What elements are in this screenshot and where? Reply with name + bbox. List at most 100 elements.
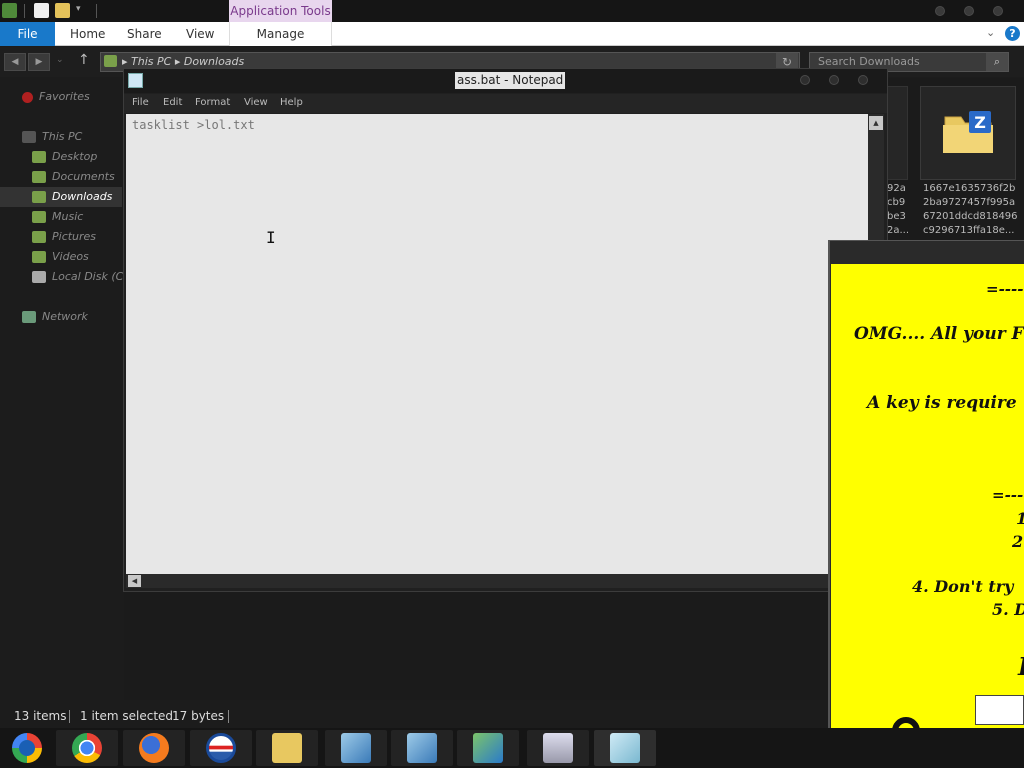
taskbar-network-setup-1[interactable] bbox=[325, 730, 387, 766]
status-separator bbox=[228, 710, 229, 723]
up-button[interactable]: ↑ bbox=[78, 52, 90, 68]
titlebar-separator bbox=[96, 4, 97, 18]
svg-text:Z: Z bbox=[974, 113, 986, 132]
breadcrumb-arrow-icon: ▸ bbox=[171, 55, 184, 68]
application-tools-context-tab: Application Tools bbox=[229, 0, 332, 23]
taskbar-campaign-app[interactable] bbox=[190, 730, 252, 766]
customize-qat-icon[interactable]: ▾ bbox=[76, 4, 81, 14]
notepad-minimize-button[interactable] bbox=[800, 75, 810, 85]
status-selection: 1 item selected bbox=[80, 709, 174, 723]
start-button[interactable] bbox=[6, 730, 48, 766]
menu-view[interactable]: View bbox=[244, 97, 268, 108]
file-name-line: 92a bbox=[887, 183, 906, 194]
back-button[interactable]: ◀ bbox=[4, 53, 26, 71]
explorer-titlebar bbox=[0, 0, 1024, 22]
pictures-folder-icon bbox=[32, 231, 46, 243]
help-icon[interactable]: ? bbox=[1005, 26, 1020, 41]
status-size: 17 bytes bbox=[172, 709, 225, 723]
downloads-folder-icon bbox=[32, 191, 46, 203]
tab-share[interactable]: Share bbox=[127, 22, 162, 46]
sidebar-item-favorites[interactable]: Favorites bbox=[0, 87, 122, 107]
taskbar-network-users[interactable] bbox=[457, 730, 519, 766]
menu-help[interactable]: Help bbox=[280, 97, 303, 108]
titlebar-separator bbox=[24, 4, 25, 18]
expand-ribbon-icon[interactable]: ⌄ bbox=[986, 26, 995, 39]
desktop-folder-icon bbox=[32, 151, 46, 163]
ransom-step: 4. Don't try bbox=[912, 577, 1014, 596]
taskbar-file-explorer[interactable] bbox=[256, 730, 318, 766]
horizontal-scrollbar[interactable] bbox=[126, 574, 868, 588]
taskbar-system-monitor[interactable] bbox=[527, 730, 589, 766]
taskbar-notepad[interactable] bbox=[594, 730, 656, 766]
start-orb-center bbox=[19, 740, 35, 756]
tab-view[interactable]: View bbox=[186, 22, 214, 46]
taskbar-network-setup-2[interactable] bbox=[391, 730, 453, 766]
tab-manage[interactable]: Manage bbox=[229, 22, 332, 46]
menu-format[interactable]: Format bbox=[195, 97, 230, 108]
search-icon[interactable]: ⌕ bbox=[986, 53, 1008, 71]
file-thumbnail-selected[interactable]: Z bbox=[920, 86, 1016, 180]
properties-icon[interactable] bbox=[34, 3, 49, 18]
sidebar-item-downloads[interactable]: Downloads bbox=[0, 187, 122, 207]
scroll-left-arrow-icon[interactable]: ◀ bbox=[128, 575, 141, 587]
sidebar-label: Pictures bbox=[52, 230, 97, 243]
sidebar-item-this-pc[interactable]: This PC bbox=[0, 127, 122, 147]
file-name-line: be3 bbox=[887, 211, 906, 222]
sidebar-item-local-disk[interactable]: Local Disk (C:) bbox=[0, 267, 131, 287]
taskbar-chrome[interactable] bbox=[56, 730, 118, 766]
sidebar-label: Videos bbox=[52, 250, 89, 263]
explorer-window-icon[interactable] bbox=[2, 3, 17, 18]
file-explorer-icon bbox=[272, 733, 302, 763]
tab-file[interactable]: File bbox=[0, 22, 55, 46]
file-item-selected[interactable]: 1667e1635736f2b 2ba9727457f995a 67201ddc… bbox=[923, 182, 1018, 238]
notepad-close-button[interactable] bbox=[858, 75, 868, 85]
notepad-menubar bbox=[124, 94, 887, 113]
firefox-icon bbox=[139, 733, 169, 763]
computer-icon bbox=[22, 131, 36, 143]
sidebar-label: Local Disk (C:) bbox=[52, 270, 132, 283]
file-name-line: 67201ddcd818496 bbox=[923, 211, 1018, 222]
notepad-icon[interactable] bbox=[128, 73, 143, 88]
ransom-step: 5. D bbox=[992, 600, 1024, 619]
key-input-box[interactable] bbox=[975, 695, 1024, 725]
notepad-text-area[interactable] bbox=[126, 114, 868, 574]
sidebar-label: Favorites bbox=[39, 90, 90, 103]
maximize-button[interactable] bbox=[964, 6, 974, 16]
forward-button[interactable]: ▶ bbox=[28, 53, 50, 71]
ransom-heading: I bbox=[1018, 652, 1024, 681]
scroll-up-arrow-icon[interactable]: ▲ bbox=[869, 116, 883, 130]
sidebar-item-network[interactable]: Network bbox=[0, 307, 122, 327]
new-folder-icon[interactable] bbox=[55, 3, 70, 18]
sidebar-item-pictures[interactable]: Pictures bbox=[0, 227, 122, 247]
zip-folder-icon: Z bbox=[943, 111, 993, 153]
notepad-title: ass.bat - Notepad bbox=[455, 72, 566, 89]
recent-locations-icon[interactable]: ⌄ bbox=[56, 55, 64, 65]
breadcrumb-downloads[interactable]: Downloads bbox=[184, 55, 244, 68]
status-separator bbox=[69, 710, 70, 723]
file-name-line: 2ba9727457f995a bbox=[923, 197, 1016, 208]
breadcrumb-this-pc[interactable]: This PC bbox=[131, 55, 171, 68]
sidebar-item-documents[interactable]: Documents bbox=[0, 167, 122, 187]
tab-home[interactable]: Home bbox=[70, 22, 105, 46]
sidebar-item-music[interactable]: Music bbox=[0, 207, 122, 227]
chrome-icon bbox=[72, 733, 102, 763]
search-placeholder: Search Downloads bbox=[818, 55, 920, 68]
ransom-step: 1 bbox=[1016, 509, 1024, 528]
breadcrumb-arrow-icon: ▸ bbox=[122, 55, 132, 68]
minimize-button[interactable] bbox=[935, 6, 945, 16]
notepad-maximize-button[interactable] bbox=[829, 75, 839, 85]
sidebar-item-videos[interactable]: Videos bbox=[0, 247, 122, 267]
close-button[interactable] bbox=[993, 6, 1003, 16]
obama-campaign-icon bbox=[206, 733, 236, 763]
file-item-partial[interactable]: 92a cb9 be3 2a... bbox=[887, 182, 909, 238]
music-folder-icon bbox=[32, 211, 46, 223]
hard-drive-icon bbox=[32, 271, 46, 283]
taskbar-firefox[interactable] bbox=[123, 730, 185, 766]
menu-file[interactable]: File bbox=[132, 97, 149, 108]
menu-edit[interactable]: Edit bbox=[163, 97, 182, 108]
sidebar-label: Network bbox=[42, 310, 88, 323]
sidebar-label: Music bbox=[52, 210, 84, 223]
sidebar-item-desktop[interactable]: Desktop bbox=[0, 147, 122, 167]
file-name-line: 1667e1635736f2b bbox=[923, 183, 1016, 194]
network-setup-icon bbox=[341, 733, 371, 763]
